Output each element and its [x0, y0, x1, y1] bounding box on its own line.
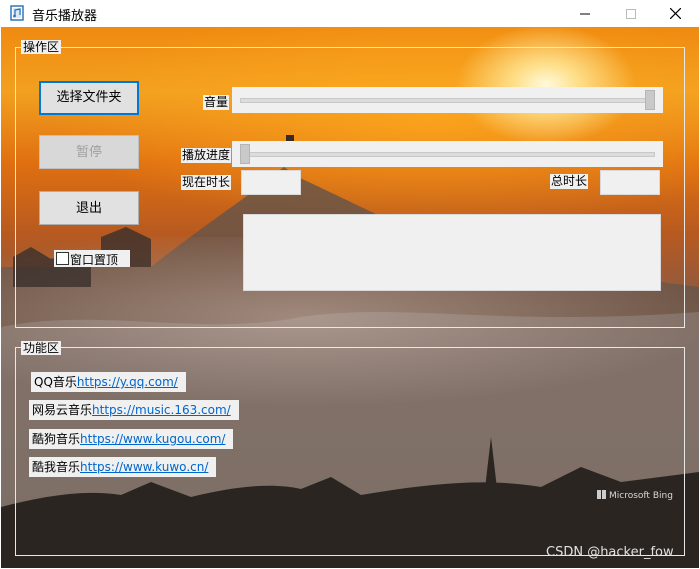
total-time-display	[600, 170, 660, 195]
minimize-button[interactable]	[562, 0, 608, 27]
pin-on-top-checkbox[interactable]: 窗口置顶	[54, 250, 130, 267]
app-icon	[10, 5, 24, 21]
function-group-title: 功能区	[21, 341, 62, 355]
link-url-kuwo[interactable]: https://www.kuwo.cn/	[80, 460, 208, 474]
link-name-netease: 网易云音乐	[32, 403, 93, 417]
link-row-kuwo: 酷我音乐https://www.kuwo.cn/	[29, 457, 217, 477]
pause-button[interactable]: 暂停	[39, 135, 139, 169]
link-row-netease: 网易云音乐https://music.163.com/	[29, 400, 239, 420]
checkbox-box[interactable]	[56, 252, 69, 265]
volume-slider-track	[240, 98, 655, 103]
link-row-kugou: 酷狗音乐https://www.kugou.com/	[29, 429, 234, 449]
link-url-kugou[interactable]: https://www.kugou.com/	[80, 432, 225, 446]
app-window: 音乐播放器 操作区 选择文件夹 暂停 退出 窗口置顶 音量 播放进度 现在时长 …	[0, 0, 700, 569]
progress-slider-track	[240, 152, 655, 157]
volume-label: 音量	[203, 95, 230, 110]
title-bar: 音乐播放器	[0, 0, 700, 27]
volume-slider[interactable]	[232, 87, 663, 113]
window-client-area: 操作区 选择文件夹 暂停 退出 窗口置顶 音量 播放进度 现在时长 总时长 功能…	[1, 27, 699, 568]
progress-slider-thumb[interactable]	[240, 144, 250, 164]
volume-slider-thumb[interactable]	[645, 90, 655, 110]
progress-label: 播放进度	[181, 148, 232, 163]
bing-watermark: Microsoft Bing	[597, 490, 673, 501]
close-button[interactable]	[652, 0, 698, 27]
total-time-label: 总时长	[550, 174, 589, 189]
select-folder-button[interactable]: 选择文件夹	[39, 81, 139, 115]
minimize-icon	[580, 13, 590, 14]
bing-logo-icon	[597, 490, 606, 499]
exit-button[interactable]: 退出	[39, 191, 139, 225]
pin-on-top-label: 窗口置顶	[70, 253, 119, 267]
link-url-qq[interactable]: https://y.qq.com/	[77, 375, 178, 389]
current-time-display	[241, 170, 301, 195]
link-name-kugou: 酷狗音乐	[32, 432, 81, 446]
maximize-button[interactable]	[608, 0, 654, 27]
link-name-kuwo: 酷我音乐	[32, 460, 81, 474]
close-icon	[669, 8, 681, 19]
progress-slider[interactable]	[232, 141, 663, 167]
maximize-icon	[626, 8, 636, 19]
link-name-qq: QQ音乐	[34, 375, 77, 389]
link-url-netease[interactable]: https://music.163.com/	[92, 403, 231, 417]
csdn-watermark: CSDN @hacker_fow	[546, 545, 674, 560]
window-title: 音乐播放器	[32, 9, 98, 24]
link-row-qq: QQ音乐https://y.qq.com/	[31, 372, 186, 392]
operation-group-title: 操作区	[21, 40, 62, 54]
current-time-label: 现在时长	[181, 175, 232, 190]
song-list-box[interactable]	[243, 214, 661, 291]
bing-watermark-text: Microsoft Bing	[609, 491, 673, 501]
